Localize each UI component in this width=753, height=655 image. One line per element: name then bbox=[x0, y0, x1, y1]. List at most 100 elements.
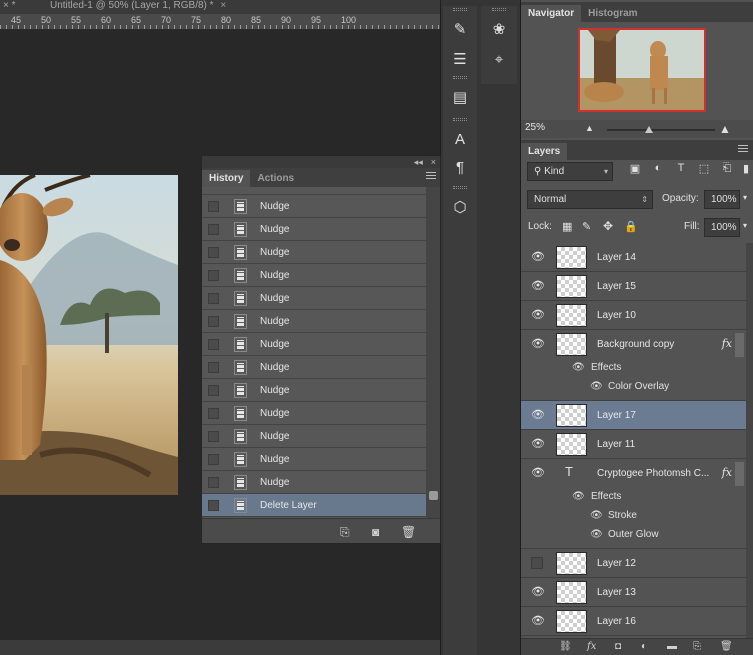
3d-panel-icon[interactable]: ⬡ bbox=[445, 194, 475, 220]
color-channels-icon[interactable]: ❀ bbox=[484, 16, 514, 42]
filter-pixel-icon[interactable]: ▣ bbox=[628, 162, 642, 176]
effect-visibility-eye-icon[interactable]: 👁 bbox=[590, 381, 603, 392]
create-snapshot-icon[interactable]: ◙ bbox=[372, 525, 379, 539]
history-item[interactable]: Nudge bbox=[202, 333, 426, 356]
lock-transparency-icon[interactable]: ▦ bbox=[562, 220, 572, 233]
layer-row[interactable]: 👁 Layer 11 bbox=[521, 430, 746, 459]
zoom-slider[interactable] bbox=[607, 129, 715, 131]
visibility-eye-icon[interactable]: 👁 bbox=[531, 586, 545, 598]
history-item[interactable]: Nudge bbox=[202, 241, 426, 264]
history-item[interactable]: Nudge bbox=[202, 310, 426, 333]
new-layer-icon[interactable]: ⎘ bbox=[693, 641, 701, 652]
delete-layer-icon[interactable]: 🗑 bbox=[720, 641, 733, 652]
new-document-from-state-icon[interactable]: ⎘ bbox=[340, 525, 350, 540]
close-tab-icon[interactable]: × bbox=[220, 0, 226, 11]
tab-histogram[interactable]: Histogram bbox=[581, 5, 644, 22]
fill-dropdown-icon[interactable]: ▾ bbox=[743, 221, 747, 230]
layer-effects-icon[interactable]: fx bbox=[722, 466, 732, 479]
history-brush-source-checkbox[interactable] bbox=[208, 246, 219, 258]
paragraph-panel-icon[interactable]: ¶ bbox=[445, 154, 475, 180]
panel-menu-icon[interactable] bbox=[426, 172, 436, 181]
clone-source-icon[interactable]: ▤ bbox=[445, 84, 475, 110]
visibility-eye-icon[interactable]: 👁 bbox=[531, 409, 545, 421]
history-brush-source-checkbox[interactable] bbox=[208, 407, 219, 419]
history-brush-source-checkbox[interactable] bbox=[208, 476, 219, 488]
history-brush-source-checkbox[interactable] bbox=[208, 315, 219, 327]
dock-grip[interactable] bbox=[453, 76, 467, 79]
tab-actions[interactable]: Actions bbox=[250, 170, 301, 187]
layers-scrollbar[interactable] bbox=[746, 243, 753, 638]
scrollbar-thumb[interactable] bbox=[429, 491, 438, 500]
adjustment-layer-icon[interactable]: ◐ bbox=[641, 641, 647, 652]
history-item[interactable]: Nudge bbox=[202, 218, 426, 241]
blend-mode-select[interactable]: Normal ⇕ bbox=[527, 190, 653, 209]
history-item[interactable]: Nudge bbox=[202, 425, 426, 448]
expand-effects-toggle[interactable] bbox=[735, 333, 744, 357]
visibility-eye-icon[interactable]: 👁 bbox=[531, 438, 545, 450]
history-item[interactable]: Nudge bbox=[202, 379, 426, 402]
filter-smart-object-icon[interactable]: ⎗ bbox=[720, 162, 734, 176]
filter-toggle-icon[interactable]: ▮ bbox=[739, 162, 753, 176]
history-item[interactable]: Nudge bbox=[202, 448, 426, 471]
history-brush-source-checkbox[interactable] bbox=[208, 269, 219, 281]
history-brush-source-checkbox[interactable] bbox=[208, 200, 219, 212]
history-item[interactable]: Nudge bbox=[202, 195, 426, 218]
layer-row[interactable]: 👁 Layer 14 bbox=[521, 243, 746, 272]
history-item[interactable]: Delete Layer bbox=[202, 494, 426, 517]
brush-presets-icon[interactable]: ✎ bbox=[445, 16, 475, 42]
effects-visibility-eye-icon[interactable]: 👁 bbox=[572, 362, 585, 373]
visibility-eye-icon[interactable]: 👁 bbox=[531, 280, 545, 292]
navigator-preview[interactable] bbox=[578, 28, 706, 112]
history-brush-source-checkbox[interactable] bbox=[208, 384, 219, 396]
close-panel-icon[interactable]: × bbox=[431, 157, 436, 167]
tab-layers[interactable]: Layers bbox=[521, 143, 568, 160]
layer-row[interactable]: 👁 T Cryptogee Photomsh C... fx 👁 Effects 👁 Stro… bbox=[521, 459, 746, 549]
visibility-eye-icon[interactable]: 👁 bbox=[531, 338, 545, 350]
expand-effects-toggle[interactable] bbox=[735, 462, 744, 486]
layer-row[interactable]: 👁 Background copy fx 👁 Effects 👁 Color Overlay bbox=[521, 330, 746, 401]
delete-state-icon[interactable]: 🗑 bbox=[401, 525, 416, 539]
effect-visibility-eye-icon[interactable]: 👁 bbox=[590, 510, 603, 521]
layers-menu-icon[interactable] bbox=[738, 145, 748, 154]
document-tab-previous[interactable]: × * bbox=[3, 0, 16, 14]
dock-grip[interactable] bbox=[492, 8, 506, 11]
history-brush-source-checkbox[interactable] bbox=[208, 361, 219, 373]
layer-row[interactable]: 👁 Layer 10 bbox=[521, 301, 746, 330]
history-brush-source-checkbox[interactable] bbox=[208, 338, 219, 350]
visibility-eye-icon[interactable]: 👁 bbox=[531, 309, 545, 321]
link-layers-icon[interactable]: ⛓ bbox=[559, 641, 572, 652]
layer-row[interactable]: 👁 Layer 17 bbox=[521, 401, 746, 430]
filter-type-icon[interactable]: T bbox=[674, 162, 688, 176]
tab-navigator[interactable]: Navigator bbox=[521, 5, 582, 22]
dock-grip[interactable] bbox=[453, 186, 467, 189]
brush-settings-icon[interactable]: ☰ bbox=[445, 46, 475, 72]
paths-icon[interactable]: ⌖ bbox=[484, 46, 514, 72]
dock-grip[interactable] bbox=[453, 8, 467, 11]
history-item[interactable]: Nudge bbox=[202, 356, 426, 379]
visibility-toggle-empty[interactable] bbox=[531, 557, 543, 569]
history-brush-source-checkbox[interactable] bbox=[208, 453, 219, 465]
layer-row[interactable]: 👁 Layer 15 bbox=[521, 272, 746, 301]
history-item[interactable]: Nudge bbox=[202, 402, 426, 425]
zoom-field[interactable]: 25% bbox=[525, 122, 569, 135]
opacity-field[interactable]: 100% bbox=[704, 190, 740, 209]
layer-row[interactable]: 👁 Layer 13 bbox=[521, 578, 746, 607]
lock-position-icon[interactable]: ✥ bbox=[603, 219, 613, 233]
lock-all-icon[interactable]: 🔒 bbox=[624, 220, 638, 233]
filter-adjustment-icon[interactable]: ◐ bbox=[651, 162, 665, 176]
new-group-icon[interactable]: ▬ bbox=[667, 641, 677, 652]
document-tab-active[interactable]: Untitled-1 @ 50% (Layer 1, RGB/8) * × bbox=[50, 0, 226, 14]
opacity-dropdown-icon[interactable]: ▾ bbox=[743, 193, 747, 202]
visibility-eye-icon[interactable]: 👁 bbox=[531, 251, 545, 263]
history-brush-source-checkbox[interactable] bbox=[208, 430, 219, 442]
layer-effects-icon[interactable]: fx bbox=[722, 337, 732, 350]
lock-image-icon[interactable]: ✎ bbox=[582, 220, 591, 233]
history-brush-source-checkbox[interactable] bbox=[208, 223, 219, 235]
document-image[interactable] bbox=[0, 175, 178, 495]
history-item[interactable]: Nudge bbox=[202, 287, 426, 310]
history-item[interactable]: Nudge bbox=[202, 471, 426, 494]
effects-visibility-eye-icon[interactable]: 👁 bbox=[572, 491, 585, 502]
fill-field[interactable]: 100% bbox=[704, 218, 740, 237]
collapse-icon[interactable]: ◂◂ bbox=[414, 157, 423, 168]
visibility-eye-icon[interactable]: 👁 bbox=[531, 467, 545, 479]
